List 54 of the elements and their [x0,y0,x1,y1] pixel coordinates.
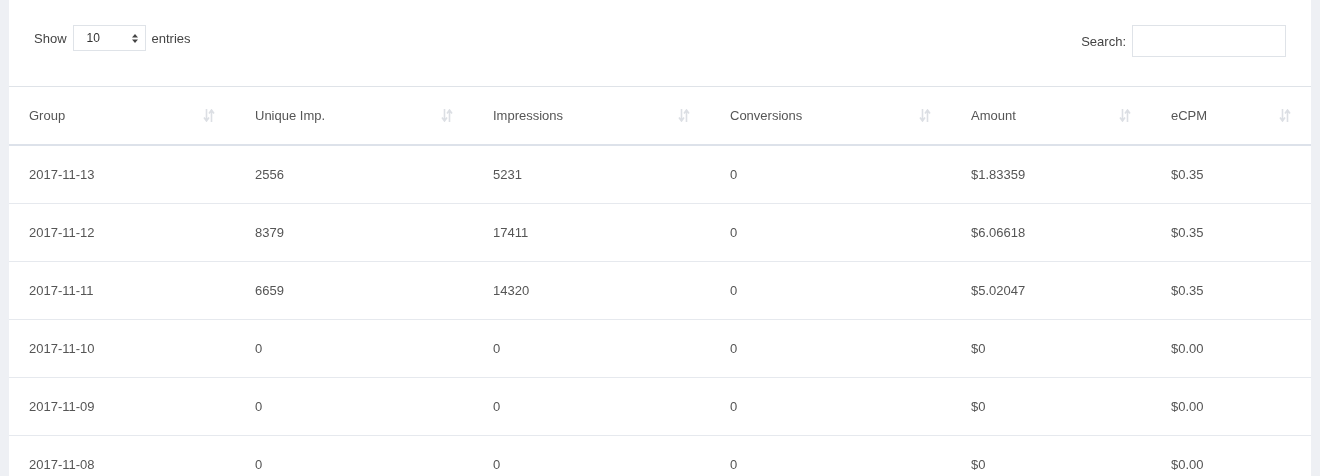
table-cell: 0 [710,319,951,377]
table-cell: 0 [473,435,710,476]
table-cell: 0 [710,261,951,319]
sort-arrows-icon [131,33,138,43]
table-cell: 0 [235,319,473,377]
table-cell: 0 [710,203,951,261]
sort-icon [919,109,931,122]
table-cell: $0.00 [1151,377,1311,435]
table-cell: 6659 [235,261,473,319]
column-header[interactable]: Group [9,87,235,145]
table-cell: $6.06618 [951,203,1151,261]
column-header[interactable]: Impressions [473,87,710,145]
table-cell: $1.83359 [951,145,1151,203]
table-cell: $0.35 [1151,145,1311,203]
table-cell: 0 [710,377,951,435]
entries-select[interactable]: 10 [72,25,146,51]
sort-icon [203,109,215,122]
sort-icon [678,109,690,122]
table-cell: 0 [710,435,951,476]
column-header[interactable]: eCPM [1151,87,1311,145]
table-cell: 0 [235,377,473,435]
table-cell: 2556 [235,145,473,203]
table-cell: 0 [235,435,473,476]
table-cell: $0 [951,377,1151,435]
sort-icon [1119,109,1131,122]
column-header[interactable]: Amount [951,87,1151,145]
sort-icon [441,109,453,122]
table-cell: $5.02047 [951,261,1151,319]
search-label: Search: [1081,33,1126,49]
column-header[interactable]: Unique Imp. [235,87,473,145]
table-cell: $0.00 [1151,319,1311,377]
table-cell: $0.35 [1151,203,1311,261]
table-cell: 2017-11-13 [9,145,235,203]
entries-label: entries [151,30,191,46]
table-cell: 5231 [473,145,710,203]
table-cell: 2017-11-08 [9,435,235,476]
table-cell: 17411 [473,203,710,261]
table-cell: 8379 [235,203,473,261]
show-label: Show [34,30,67,46]
table-cell: 2017-11-12 [9,203,235,261]
table-cell: 0 [710,145,951,203]
table-cell: 0 [473,319,710,377]
table-cell: 2017-11-09 [9,377,235,435]
table-cell: 14320 [473,261,710,319]
sort-icon [1279,109,1291,122]
table-cell: 0 [473,377,710,435]
table-cell: $0.00 [1151,435,1311,476]
search-field[interactable] [1132,25,1286,57]
table-cell: $0.35 [1151,261,1311,319]
column-header[interactable]: Conversions [710,87,951,145]
table-cell: $0 [951,435,1151,476]
table-cell: 2017-11-10 [9,319,235,377]
table-cell: $0 [951,319,1151,377]
table-cell: 2017-11-11 [9,261,235,319]
